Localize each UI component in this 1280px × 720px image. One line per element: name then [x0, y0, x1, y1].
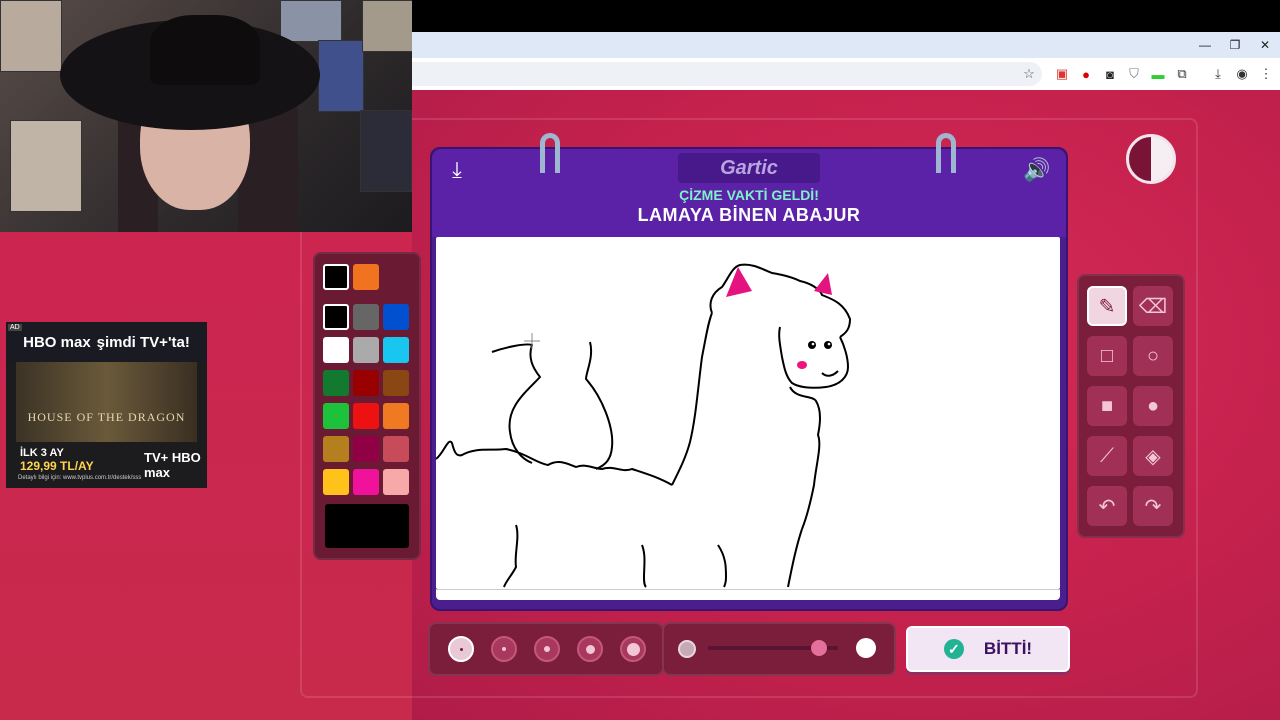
color-swatch[interactable]	[323, 304, 349, 330]
poster	[360, 110, 412, 192]
extensions-puzzle-icon[interactable]: ⧉	[1174, 66, 1190, 82]
poster	[280, 0, 342, 42]
ad-headline: şimdi TV+'ta!	[96, 333, 190, 351]
browser-title-bar	[412, 32, 1280, 58]
color-swatch[interactable]	[353, 403, 379, 429]
redo-icon[interactable]: ↷	[1133, 486, 1173, 526]
poster	[0, 0, 62, 72]
pencil-tool-icon[interactable]: ✎	[1087, 286, 1127, 326]
ad-header: HBO max şimdi TV+'ta!	[6, 322, 207, 362]
color-swatch[interactable]	[353, 304, 379, 330]
color-swatch[interactable]	[353, 436, 379, 462]
minimize-button[interactable]: —	[1190, 32, 1220, 58]
circle-filled-tool-icon[interactable]: ●	[1133, 386, 1173, 426]
advertisement[interactable]: HBO max şimdi TV+'ta! AD HOUSE OF THE DR…	[6, 322, 207, 488]
download-icon[interactable]: ⤓	[1210, 66, 1226, 82]
menu-icon[interactable]: ⋮	[1258, 66, 1274, 82]
color-swatch[interactable]	[383, 304, 409, 330]
extension-red-icon[interactable]: ●	[1078, 66, 1094, 82]
download-drawing-icon[interactable]: ⤓	[442, 155, 472, 185]
rectangle-filled-tool-icon[interactable]: ■	[1087, 386, 1127, 426]
color-swatch[interactable]	[323, 337, 349, 363]
board-footer	[436, 589, 1060, 600]
gartic-logo: Gartic	[678, 153, 820, 183]
webcam-overlay	[0, 0, 412, 232]
drawing-canvas[interactable]	[435, 237, 1060, 589]
color-swatch[interactable]	[323, 436, 349, 462]
restore-button[interactable]: ❐	[1220, 32, 1250, 58]
person-hat-crown	[150, 15, 260, 85]
check-icon: ✓	[943, 639, 964, 659]
board-header: ⤓ Gartic 🔊 ÇİZME VAKTİ GELDİ! LAMAYA BİN…	[432, 133, 1066, 237]
address-bar[interactable]	[412, 62, 1042, 86]
ad-image	[16, 362, 197, 442]
ad-offer-line2: 129,99 TL/AY	[20, 459, 94, 473]
binder-ring	[540, 133, 560, 173]
poster	[362, 0, 412, 52]
extension-green-icon[interactable]: ▬	[1150, 66, 1166, 82]
ad-show-title: HOUSE OF THE DRAGON	[27, 410, 186, 424]
done-button[interactable]: ✓ BİTTİ!	[906, 626, 1070, 672]
close-window-button[interactable]: ✕	[1250, 32, 1280, 58]
color-palette	[313, 252, 421, 560]
brush-size-2[interactable]	[491, 636, 517, 662]
color-swatch[interactable]	[323, 469, 349, 495]
done-label: BİTTİ!	[983, 639, 1033, 658]
brush-size-1[interactable]	[448, 636, 474, 662]
star-icon[interactable]: ☆	[1021, 66, 1037, 82]
brush-size-4[interactable]	[577, 636, 603, 662]
llama-drawing	[435, 263, 851, 588]
color-swatch[interactable]	[383, 337, 409, 363]
color-swatch[interactable]	[353, 469, 379, 495]
color-swatch[interactable]	[383, 403, 409, 429]
ad-logo: TV+ HBO max	[144, 450, 201, 480]
profile-icon[interactable]: ◉	[1234, 66, 1250, 82]
brush-size-5[interactable]	[620, 636, 646, 662]
sound-icon[interactable]: 🔊	[1022, 155, 1052, 185]
recent-color-swatch[interactable]	[353, 264, 379, 290]
opacity-high-icon	[856, 638, 876, 658]
color-swatch[interactable]	[383, 469, 409, 495]
word-to-draw: LAMAYA BİNEN ABAJUR	[637, 205, 861, 225]
color-swatch[interactable]	[383, 436, 409, 462]
ad-badge: AD	[8, 324, 22, 331]
opacity-low-icon	[678, 640, 696, 658]
color-swatch[interactable]	[323, 403, 349, 429]
color-swatch[interactable]	[383, 370, 409, 396]
eraser-tool-icon[interactable]: ⌫	[1133, 286, 1173, 326]
extension-shield-icon[interactable]: ⛉	[1126, 66, 1142, 82]
color-swatch[interactable]	[353, 370, 379, 396]
recent-color-swatch[interactable]	[323, 264, 349, 290]
undo-icon[interactable]: ↶	[1087, 486, 1127, 526]
binder-ring	[936, 133, 956, 173]
poster	[10, 120, 82, 212]
extension-dark-icon[interactable]: ◙	[1102, 66, 1118, 82]
rectangle-outline-tool-icon[interactable]: □	[1087, 336, 1127, 376]
poster	[318, 40, 364, 112]
line-tool-icon[interactable]: ⟋	[1087, 436, 1127, 476]
drawing-board: ⤓ Gartic 🔊 ÇİZME VAKTİ GELDİ! LAMAYA BİN…	[430, 133, 1068, 611]
ad-brand: HBO max	[23, 333, 91, 351]
color-swatch[interactable]	[323, 370, 349, 396]
extension-youtube-icon[interactable]: ▣	[1054, 66, 1070, 82]
color-swatch[interactable]	[353, 337, 379, 363]
circle-outline-tool-icon[interactable]: ○	[1133, 336, 1173, 376]
draw-hint: ÇİZME VAKTİ GELDİ!	[679, 187, 819, 203]
opacity-slider-panel	[662, 622, 896, 676]
round-timer	[1126, 134, 1176, 184]
brush-size-panel	[428, 622, 664, 676]
fill-bucket-tool-icon[interactable]: ◈	[1133, 436, 1173, 476]
current-color-preview	[325, 504, 409, 548]
ad-fine-print: Detaylı bilgi için: www.tvplus.com.tr/de…	[18, 475, 142, 481]
ad-offer-line1: İLK 3 AY	[20, 447, 64, 459]
opacity-slider-handle[interactable]	[810, 640, 827, 656]
tool-panel: ✎ ⌫ □ ○ ■ ● ⟋ ◈ ↶ ↷	[1077, 274, 1185, 538]
brush-size-3[interactable]	[534, 636, 560, 662]
